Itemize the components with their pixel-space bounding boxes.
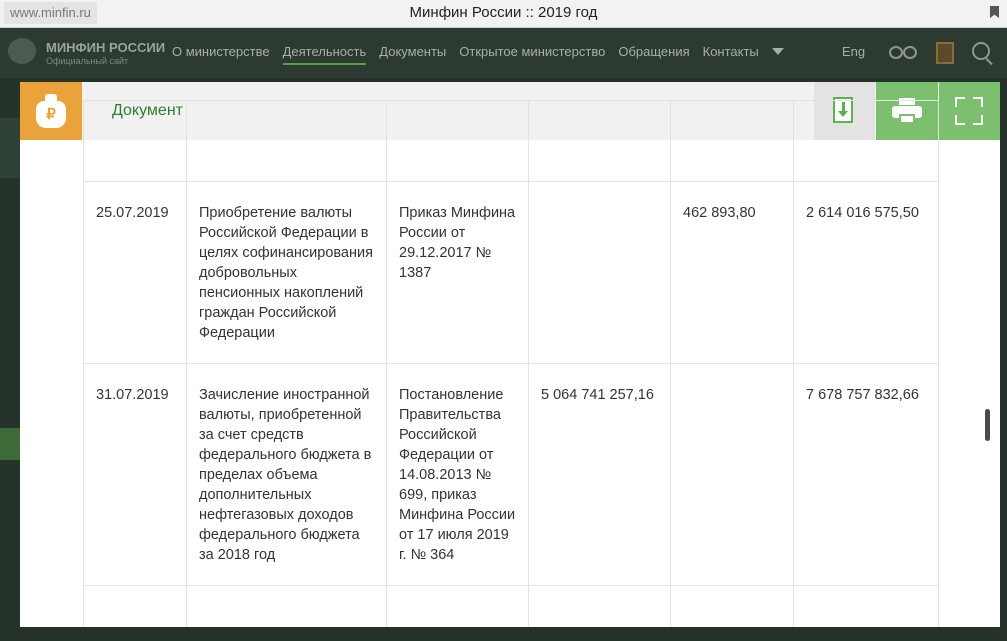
browser-toolbar: www.minfin.ru Минфин России :: 2019 год <box>0 0 1007 28</box>
nav-item-activity[interactable]: Деятельность <box>282 44 367 65</box>
nav-item-contacts[interactable]: Контакты <box>703 44 759 65</box>
table-cell <box>670 100 794 182</box>
nav-item-documents[interactable]: Документы <box>379 44 446 65</box>
modal-logo: ₽ <box>20 82 82 140</box>
table-cell <box>186 100 387 182</box>
site-logo-subtitle: Официальный сайт <box>46 56 129 66</box>
description-cell: Приобретение валюты Российской Федерации… <box>186 181 387 364</box>
nav-item-ministry[interactable]: О министерстве <box>172 44 270 65</box>
emblem-icon[interactable] <box>8 38 36 64</box>
money-bag-icon: ₽ <box>36 94 66 128</box>
table-cell <box>386 100 529 182</box>
table-cell <box>793 585 939 627</box>
accessibility-glasses-icon[interactable] <box>889 46 917 59</box>
book-icon[interactable] <box>936 42 954 64</box>
amount-cell: 5 064 741 257,16 <box>528 363 671 586</box>
basis-cell: Приказ Минфина России от 29.12.2017 № 13… <box>386 181 529 364</box>
date-cell: 25.07.2019 <box>83 181 187 364</box>
page-tab-title: Минфин России :: 2019 год <box>409 4 598 21</box>
basis-cell: Постановление Правительства Российской Ф… <box>386 363 529 586</box>
table-row: 25.07.2019 Приобретение валюты Российско… <box>83 181 939 364</box>
fullscreen-button[interactable] <box>939 82 1000 140</box>
amount-cell: 462 893,80 <box>670 181 794 364</box>
document-table-viewport[interactable]: 25.07.2019 Приобретение валюты Российско… <box>83 100 939 627</box>
background-panel <box>0 428 20 460</box>
ruble-symbol: ₽ <box>36 101 66 128</box>
site-header: МИНФИН РОССИИ Официальный сайт О министе… <box>0 28 1007 78</box>
table-cell <box>528 585 671 627</box>
chevron-down-icon[interactable] <box>771 48 784 55</box>
table-cell <box>83 585 187 627</box>
table-row: 31.07.2019 Зачисление иностранной валюты… <box>83 363 939 586</box>
fullscreen-icon <box>955 97 983 125</box>
table-cell <box>670 585 794 627</box>
table-row <box>83 100 939 182</box>
table-cell <box>528 100 671 182</box>
table-cell <box>386 585 529 627</box>
main-nav: О министерстве Деятельность Документы От… <box>172 44 784 65</box>
language-switch[interactable]: Eng <box>842 44 865 59</box>
amount-cell <box>528 181 671 364</box>
nav-item-open-ministry[interactable]: Открытое министерство <box>459 44 605 65</box>
operations-table: 25.07.2019 Приобретение валюты Российско… <box>83 100 939 627</box>
balance-cell: 2 614 016 575,50 <box>793 181 939 364</box>
balance-cell: 7 678 757 832,66 <box>793 363 939 586</box>
table-cell <box>186 585 387 627</box>
table-row <box>83 585 939 627</box>
background-panel <box>0 118 20 178</box>
table-cell <box>83 100 187 182</box>
document-modal: ₽ Документ 25.07.2019 Приобретение валют… <box>20 82 1000 627</box>
scrollbar-thumb[interactable] <box>985 409 990 441</box>
nav-item-appeals[interactable]: Обращения <box>618 44 689 65</box>
site-logo-title[interactable]: МИНФИН РОССИИ <box>46 40 165 55</box>
search-icon[interactable] <box>972 42 990 60</box>
amount-cell <box>670 363 794 586</box>
date-cell: 31.07.2019 <box>83 363 187 586</box>
description-cell: Зачисление иностранной валюты, приобрете… <box>186 363 387 586</box>
table-cell <box>793 100 939 182</box>
